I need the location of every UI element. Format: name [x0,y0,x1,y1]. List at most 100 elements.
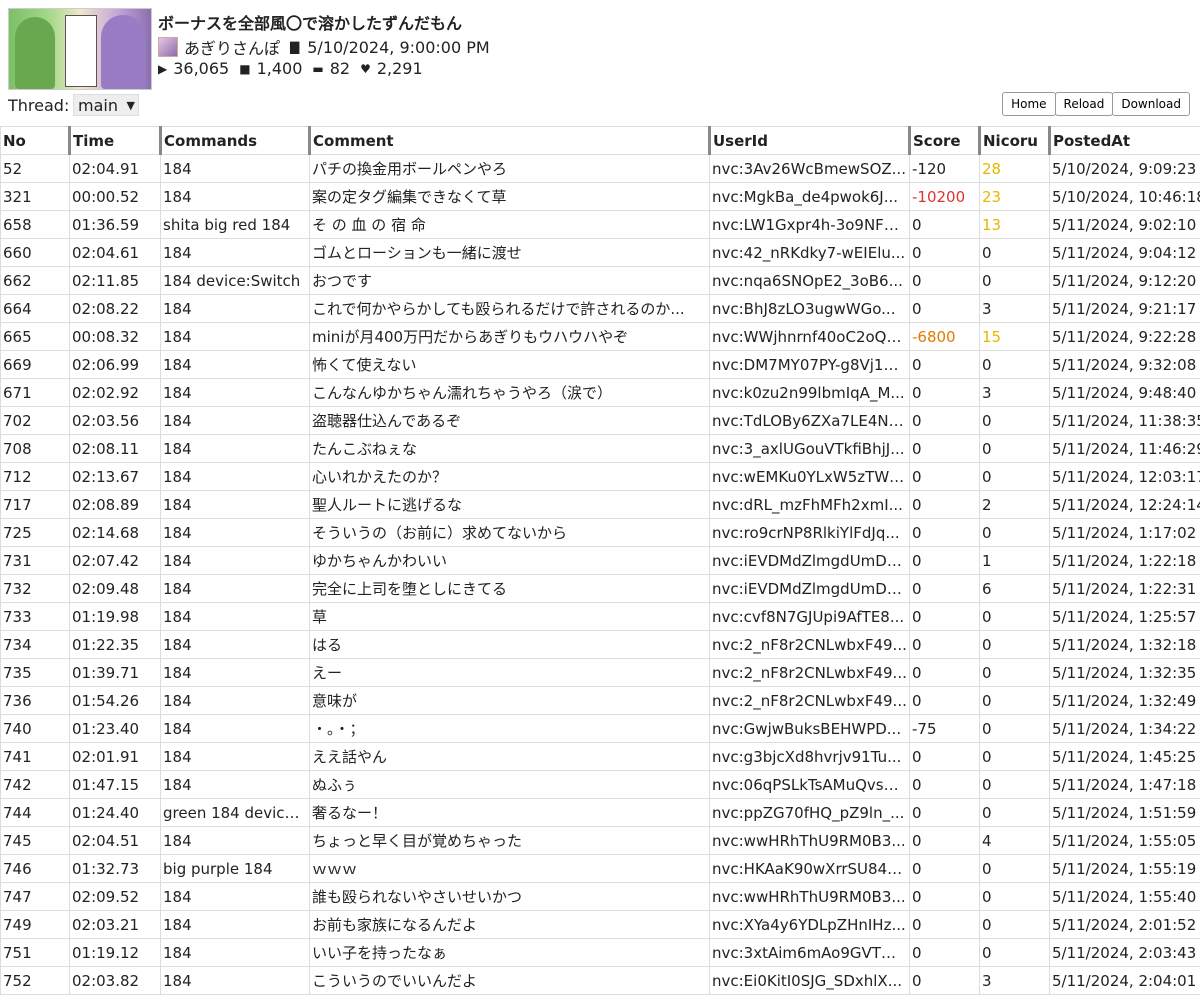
table-row[interactable]: 669 02:06.99 184 怖くて使えない nvc:DM7MY07PY-g8Vj1… [0,350,1200,379]
cell-userid: nvc:2_nF8r2CNLwbxF49... [709,686,910,715]
cell-score: 0 [909,210,980,239]
column-header-comment[interactable]: Comment [308,126,710,155]
cell-commands: 184 [160,434,310,463]
cell-score: 0 [909,770,980,799]
cell-userid: nvc:ro9crNP8RlkiYlFdJq... [709,518,910,547]
video-thumbnail[interactable] [8,8,152,90]
table-row[interactable]: 740 01:23.40 184 ・。・； nvc:GwjwBuksBEHWPD... -… [0,714,1200,743]
table-row[interactable]: 731 02:07.42 184 ゆかちゃんかわいい nvc:iEVDMdZlmgdUm… [0,546,1200,575]
column-header-userid[interactable]: UserId [708,126,910,155]
cell-score: 0 [909,854,980,883]
table-row[interactable]: 664 02:08.22 184 これで何かやらかしても殴られるだけで許されるのか..… [0,294,1200,323]
cell-postedat: 5/11/2024, 9:32:08 AM [1049,350,1200,379]
author-name[interactable]: あぎりさんぽ [184,35,280,59]
cell-postedat: 5/11/2024, 2:01:52 PM [1049,910,1200,939]
cell-userid: nvc:wwHRhThU9RM0B3... [709,882,910,911]
download-button[interactable]: Download [1112,92,1190,116]
table-row[interactable]: 751 01:19.12 184 いい子を持ったなぁ nvc:3xtAim6mAo9GV… [0,938,1200,967]
cell-userid: nvc:TdLOBy6ZXa7LE4Nu... [709,406,910,435]
cell-score: 0 [909,490,980,519]
table-row[interactable]: 747 02:09.52 184 誰も殴られないやさいせいかつ nvc:wwHRhThU… [0,882,1200,911]
cell-nicoru: 0 [979,770,1050,799]
cell-commands: 184 [160,938,310,967]
cell-no: 725 [0,518,70,547]
table-row[interactable]: 725 02:14.68 184 そういうの（お前に）求めてないから nvc:ro9cr… [0,518,1200,547]
column-header-nicoru[interactable]: Nicoru [978,126,1050,155]
cell-time: 02:04.61 [69,238,161,267]
cell-postedat: 5/11/2024, 1:17:02 PM [1049,518,1200,547]
cell-score: 0 [909,518,980,547]
table-row[interactable]: 671 02:02.92 184 こんなんゆかちゃん濡れちゃうやろ（涙で） nvc:k0… [0,378,1200,407]
video-stats: ▶ 36,065 ■ 1,400 ▬ 82 ♥ 2,291 [158,59,423,78]
cell-comment: いい子を持ったなぁ [309,938,710,967]
table-row[interactable]: 736 01:54.26 184 意味が nvc:2_nF8r2CNLwbxF49...… [0,686,1200,715]
cell-commands: 184 [160,518,310,547]
table-row[interactable]: 665 00:08.32 184 miniが月400万円だからあぎりもウハウハやぞ nv… [0,322,1200,351]
cell-comment: 案の定タグ編集できなくて草 [309,182,710,211]
cell-comment: ぬふぅ [309,770,710,799]
table-row[interactable]: 741 02:01.91 184 ええ話やん nvc:g3bjcXd8hvrjv91Tu… [0,742,1200,771]
cell-postedat: 5/11/2024, 1:55:40 PM [1049,882,1200,911]
cell-score: 0 [909,350,980,379]
table-row[interactable]: 752 02:03.82 184 こういうのでいいんだよ nvc:Ei0KitI0SJG… [0,966,1200,995]
cell-commands: shita big red 184 [160,210,310,239]
cell-commands: 184 [160,406,310,435]
cell-userid: nvc:k0zu2n99lbmIqA_M... [709,378,910,407]
column-header-commands[interactable]: Commands [159,126,310,155]
cell-commands: 184 [160,630,310,659]
home-button[interactable]: Home [1002,92,1056,116]
cell-userid: nvc:DM7MY07PY-g8Vj1p... [709,350,910,379]
cell-comment: 奢るなー！ [309,798,710,827]
cell-no: 736 [0,686,70,715]
reload-button[interactable]: Reload [1054,92,1114,116]
cell-nicoru: 13 [979,210,1050,239]
column-header-no[interactable]: No [0,126,70,155]
table-row[interactable]: 746 01:32.73 big purple 184 ｗｗｗ nvc:HKAaK90w… [0,854,1200,883]
table-row[interactable]: 744 01:24.40 green 184 device:... 奢るなー！ nvc:… [0,798,1200,827]
cell-score: 0 [909,826,980,855]
cell-postedat: 5/11/2024, 1:47:18 PM [1049,770,1200,799]
cell-score: 0 [909,574,980,603]
cell-no: 744 [0,798,70,827]
table-row[interactable]: 732 02:09.48 184 完全に上司を堕としにきてる nvc:iEVDMdZlm… [0,574,1200,603]
cell-nicoru: 0 [979,686,1050,715]
table-row[interactable]: 735 01:39.71 184 えー nvc:2_nF8r2CNLwbxF49... 0… [0,658,1200,687]
cell-no: 747 [0,882,70,911]
cell-comment: miniが月400万円だからあぎりもウハウハやぞ [309,322,710,351]
table-row[interactable]: 717 02:08.89 184 聖人ルートに逃げるな nvc:dRL_mzFhMFh2… [0,490,1200,519]
table-row[interactable]: 662 02:11.85 184 device:Switch おつです nvc:nqa6… [0,266,1200,295]
cell-no: 742 [0,770,70,799]
cell-comment: ちょっと早く目が覚めちゃった [309,826,710,855]
cell-time: 02:03.82 [69,966,161,995]
cell-time: 02:04.91 [69,154,161,183]
cell-no: 712 [0,462,70,491]
cell-userid: nvc:Ei0KitI0SJG_SDxhlX... [709,966,910,995]
cell-comment: 盗聴器仕込んであるぞ [309,406,710,435]
cell-nicoru: 0 [979,238,1050,267]
video-title[interactable]: ボーナスを全部風〇で溶かしたずんだもん [158,10,462,34]
column-header-score[interactable]: Score [908,126,980,155]
cell-no: 740 [0,714,70,743]
table-row[interactable]: 733 01:19.98 184 草 nvc:cvf8N7GJUpi9AfTE8... 0… [0,602,1200,631]
table-row[interactable]: 321 00:00.52 184 案の定タグ編集できなくて草 nvc:MgkBa_de4… [0,182,1200,211]
table-row[interactable]: 734 01:22.35 184 はる nvc:2_nF8r2CNLwbxF49... 0… [0,630,1200,659]
thread-select[interactable]: main ▼ [73,94,139,116]
table-row[interactable]: 749 02:03.21 184 お前も家族になるんだよ nvc:XYa4y6YDLpZ… [0,910,1200,939]
cell-comment: そういうの（お前に）求めてないから [309,518,710,547]
table-row[interactable]: 702 02:03.56 184 盗聴器仕込んであるぞ nvc:TdLOBy6ZXa7L… [0,406,1200,435]
cell-commands: 184 [160,714,310,743]
table-row[interactable]: 658 01:36.59 shita big red 184 そ の 血 の 宿 命n… [0,210,1200,239]
table-row[interactable]: 745 02:04.51 184 ちょっと早く目が覚めちゃった nvc:wwHRhThU… [0,826,1200,855]
cell-comment: おつです [309,266,710,295]
table-row[interactable]: 712 02:13.67 184 心いれかえたのか？ nvc:wEMKu0YLxW5zT… [0,462,1200,491]
table-row[interactable]: 52 02:04.91 184 パチの換金用ボールペンやろ nvc:3Av26WcBme… [0,154,1200,183]
cell-postedat: 5/11/2024, 1:51:59 PM [1049,798,1200,827]
table-row[interactable]: 660 02:04.61 184 ゴムとローションも一緒に渡せ nvc:42_nRKdk… [0,238,1200,267]
cell-userid: nvc:iEVDMdZlmgdUmDy... [709,546,910,575]
table-row[interactable]: 708 02:08.11 184 たんこぶねぇな nvc:3_axlUGouVTkfiB… [0,434,1200,463]
column-header-postedat[interactable]: PostedAt [1048,126,1200,155]
column-header-time[interactable]: Time [68,126,161,155]
author-avatar[interactable] [158,37,178,57]
table-row[interactable]: 742 01:47.15 184 ぬふぅ nvc:06qPSLkTsAMuQvsK...… [0,770,1200,799]
cell-nicoru: 6 [979,574,1050,603]
